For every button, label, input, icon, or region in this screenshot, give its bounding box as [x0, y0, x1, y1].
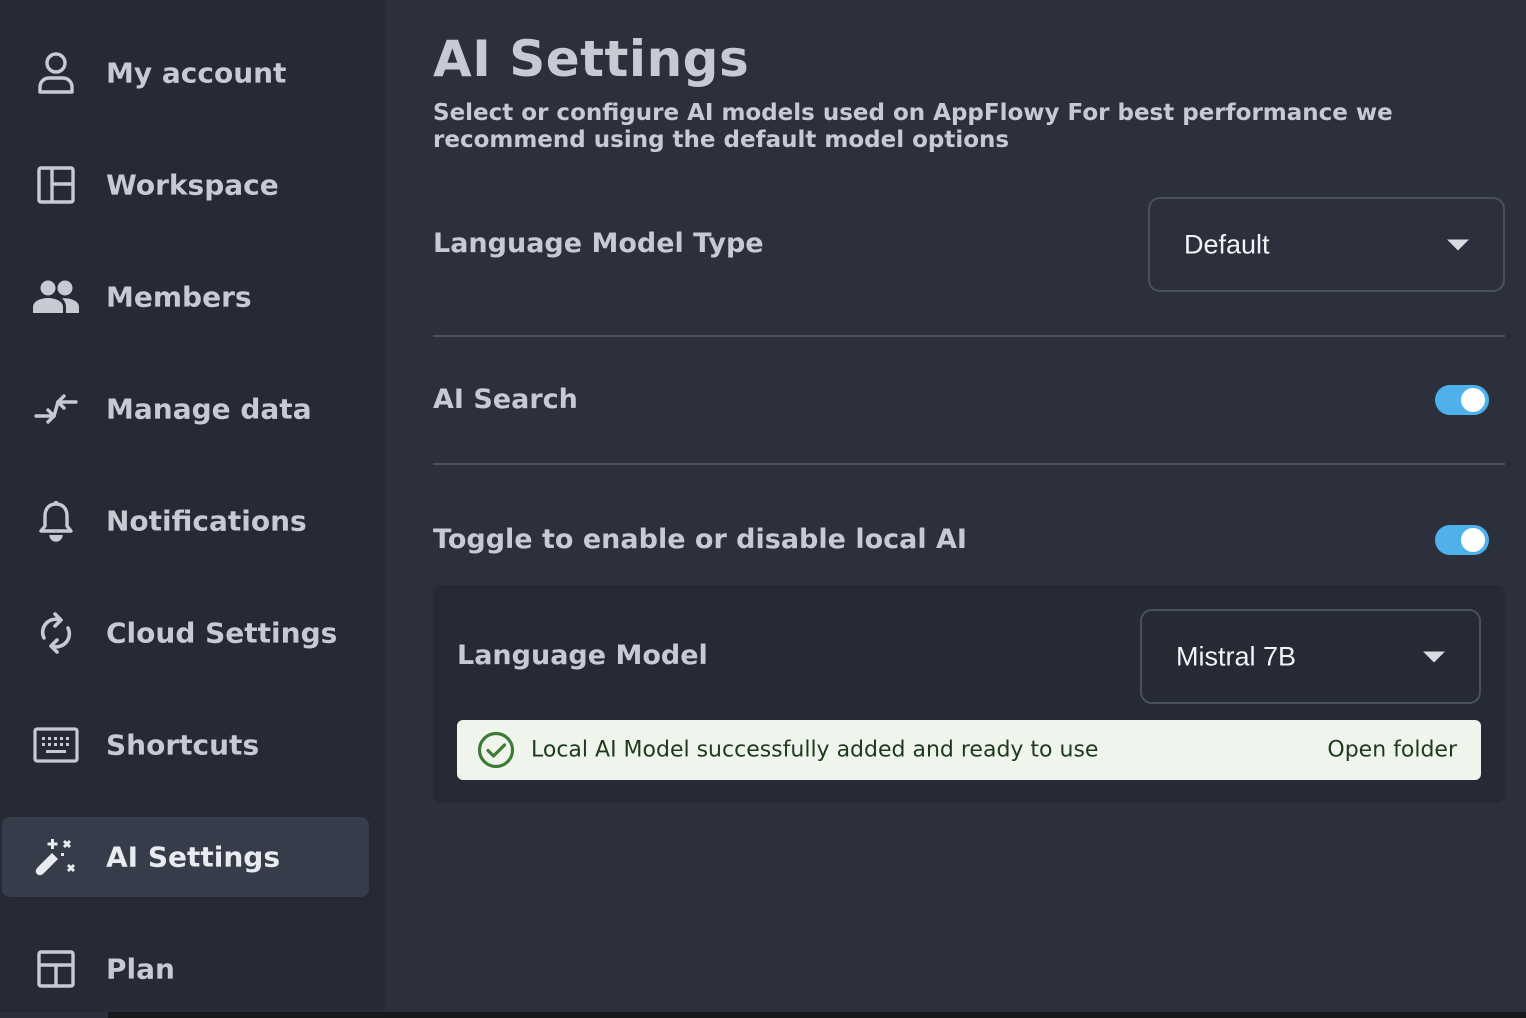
sidebar-item-label: Shortcuts — [106, 728, 260, 762]
workspace-layout-icon — [32, 161, 80, 209]
language-model-type-label: Language Model Type — [433, 228, 764, 259]
language-model-label: Language Model — [457, 640, 708, 671]
sidebar-item-ai-settings[interactable]: AI Settings — [2, 817, 369, 897]
arrows-merge-icon — [32, 385, 80, 433]
sidebar: My account Workspace Members Manage data… — [0, 0, 385, 1012]
page-description: Select or configure AI models used on Ap… — [433, 100, 1393, 153]
sidebar-item-label: Members — [106, 280, 252, 314]
dropdown-value: Default — [1184, 229, 1270, 259]
ai-search-toggle[interactable] — [1435, 385, 1489, 415]
plan-layout-icon — [32, 945, 80, 993]
user-icon — [32, 49, 80, 97]
sidebar-item-label: Workspace — [106, 168, 279, 202]
toggle-knob — [1461, 388, 1485, 412]
page-title: AI Settings — [433, 30, 750, 88]
divider — [433, 335, 1505, 337]
local-ai-toggle-label: Toggle to enable or disable local AI — [433, 524, 967, 555]
language-model-type-dropdown[interactable]: Default — [1148, 197, 1505, 292]
dropdown-value: Mistral 7B — [1176, 641, 1297, 671]
divider — [433, 463, 1505, 465]
magic-wand-icon — [32, 833, 80, 881]
sidebar-item-label: My account — [106, 56, 287, 90]
sidebar-item-my-account[interactable]: My account — [2, 33, 369, 113]
language-model-dropdown[interactable]: Mistral 7B — [1140, 609, 1481, 704]
sidebar-item-label: AI Settings — [106, 840, 281, 874]
bell-icon — [32, 497, 80, 545]
window-edge — [108, 1012, 1526, 1018]
open-folder-link[interactable]: Open folder — [1327, 738, 1457, 763]
ai-search-label: AI Search — [433, 384, 578, 415]
sidebar-item-cloud-settings[interactable]: Cloud Settings — [2, 593, 369, 673]
local-ai-toggle[interactable] — [1435, 525, 1489, 555]
chevron-down-icon — [1447, 239, 1469, 250]
sidebar-item-shortcuts[interactable]: Shortcuts — [2, 705, 369, 785]
sidebar-item-workspace[interactable]: Workspace — [2, 145, 369, 225]
sidebar-item-label: Notifications — [106, 504, 307, 538]
sidebar-item-manage-data[interactable]: Manage data — [2, 369, 369, 449]
sidebar-item-label: Cloud Settings — [106, 616, 338, 650]
sidebar-item-label: Plan — [106, 952, 175, 986]
sync-icon — [32, 609, 80, 657]
window-edge — [0, 1012, 108, 1018]
status-message: Local AI Model successfully added and re… — [531, 737, 1099, 763]
toggle-knob — [1461, 528, 1485, 552]
sidebar-item-label: Manage data — [106, 392, 312, 426]
sidebar-item-members[interactable]: Members — [2, 257, 369, 337]
sidebar-item-plan[interactable]: Plan — [2, 929, 369, 1009]
keyboard-icon — [32, 721, 80, 769]
sidebar-item-notifications[interactable]: Notifications — [2, 481, 369, 561]
chevron-down-icon — [1423, 651, 1445, 662]
local-ai-status-banner: Local AI Model successfully added and re… — [457, 720, 1481, 780]
members-icon — [32, 273, 80, 321]
check-circle-icon — [477, 731, 515, 769]
